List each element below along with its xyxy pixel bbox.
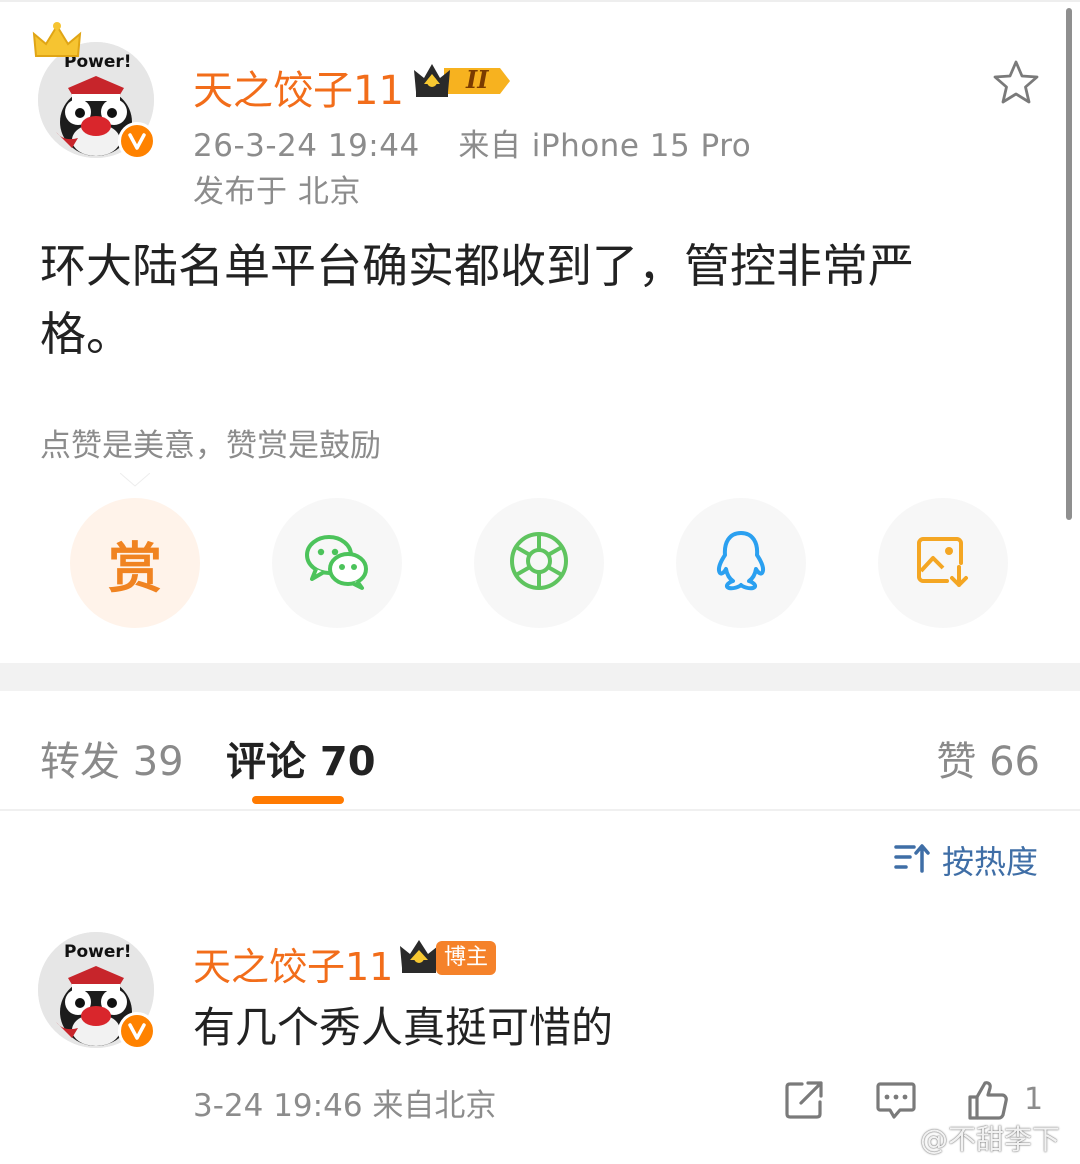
share-row: 赏 — [0, 498, 1080, 628]
post-timestamp: 26-3-24 19:44 — [193, 128, 420, 164]
section-divider — [0, 663, 1080, 691]
top-divider — [0, 0, 1080, 2]
post-source: 来自 iPhone 15 Pro — [458, 128, 752, 164]
moments-icon — [507, 529, 571, 597]
watermark: @不甜李下 — [880, 1118, 1060, 1158]
reply-comment-icon[interactable] — [874, 1078, 918, 1122]
tab-repost[interactable]: 转发 39 — [40, 729, 184, 787]
avatar-caption: Power! — [64, 942, 132, 962]
comment-like-count: 1 — [1024, 1082, 1044, 1117]
share-qq-button[interactable] — [676, 498, 806, 628]
post-meta-line: 26-3-24 19:44 来自 iPhone 15 Pro — [193, 120, 751, 165]
favorite-star-icon[interactable] — [990, 58, 1042, 108]
comment-meta: 3-24 19:46 来自北京 — [193, 1088, 497, 1124]
post-body-text: 环大陆名单平台确实都收到了，管控非常严格。 — [40, 239, 914, 361]
vip-level-label: II — [466, 65, 489, 94]
reward-tip-text: 点赞是美意，赞赏是鼓励 — [40, 428, 381, 464]
comment-text: 有几个秀人真挺可惜的 — [193, 1003, 614, 1052]
qq-icon — [711, 529, 771, 597]
active-tab-indicator — [252, 796, 344, 804]
sort-icon — [894, 841, 930, 879]
save-image-button[interactable] — [878, 498, 1008, 628]
post-author-name[interactable]: 天之饺子11 — [193, 58, 404, 116]
blogger-badge: 博主 — [398, 940, 497, 976]
share-moments-button[interactable] — [474, 498, 604, 628]
vip-level-badge: II — [410, 58, 514, 104]
blogger-label: 博主 — [436, 941, 497, 975]
reward-button[interactable]: 赏 — [70, 498, 200, 628]
verified-icon — [118, 122, 156, 160]
verified-icon — [118, 1012, 156, 1050]
tip-pointer — [119, 472, 151, 487]
comment-author-avatar[interactable]: Power! — [38, 932, 156, 1050]
tab-comments[interactable]: 评论 70 — [226, 729, 376, 787]
scrollbar[interactable] — [1066, 8, 1072, 520]
share-wechat-button[interactable] — [272, 498, 402, 628]
share-comment-icon[interactable] — [782, 1078, 826, 1122]
reward-glyph: 赏 — [108, 536, 162, 600]
watermark-text: @不甜李下 — [920, 1123, 1061, 1156]
crown-decoration-icon — [30, 20, 84, 64]
tab-likes[interactable]: 赞 66 — [936, 729, 1040, 787]
weibo-logo-icon — [880, 1123, 916, 1153]
wechat-icon — [302, 531, 372, 595]
post-location: 发布于 北京 — [193, 174, 361, 210]
like-comment-icon[interactable] — [966, 1078, 1010, 1122]
save-image-icon — [913, 531, 973, 595]
sort-by-hot-button[interactable]: 按热度 — [894, 838, 1038, 882]
post-tabs: 转发 39 评论 70 赞 66 — [0, 691, 1080, 811]
sort-label: 按热度 — [942, 843, 1039, 881]
comment-author-name[interactable]: 天之饺子11 — [193, 936, 393, 991]
